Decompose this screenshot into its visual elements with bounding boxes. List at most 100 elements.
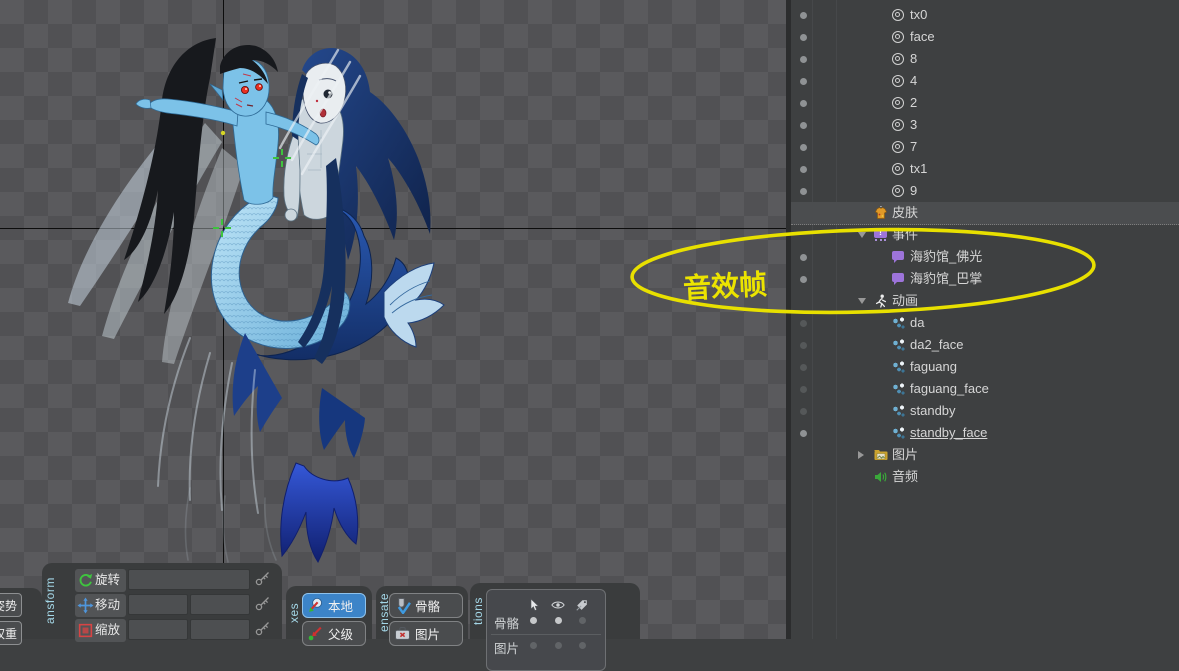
tree-row-animation[interactable]: faguang_face (791, 378, 1179, 400)
visibility-dot[interactable] (800, 254, 807, 261)
bones-select-dot[interactable] (530, 617, 537, 624)
visibility-dot[interactable] (800, 342, 807, 349)
tree-scrollbar[interactable] (1172, 332, 1177, 600)
rotate-label: 旋转 (95, 569, 120, 592)
local-axes-button[interactable]: 本地 (302, 593, 366, 618)
visibility-dot[interactable] (800, 144, 807, 151)
move-x-input[interactable] (128, 594, 188, 615)
visibility-dot[interactable] (800, 78, 807, 85)
slot-icon (892, 53, 904, 65)
tree-row-animation[interactable]: faguang (791, 356, 1179, 378)
scene-tree-panel: tx0 face 8 4 2 3 7 tx1 9 皮肤 (786, 0, 1179, 639)
pose-button[interactable]: 姿势 (0, 593, 22, 617)
visibility-dot[interactable] (800, 276, 807, 283)
options-panel-side-label: tions (471, 583, 485, 639)
slot-icon (892, 141, 904, 153)
tree-row-audio[interactable]: 音频 (791, 466, 1179, 488)
move-tool[interactable]: 移动 (75, 594, 126, 617)
tree-row-animation[interactable]: da (791, 312, 1179, 334)
tree-row-label: 图片 (892, 444, 918, 466)
visibility-dot[interactable] (800, 100, 807, 107)
visibility-dot[interactable] (800, 430, 807, 437)
tree-row-events[interactable]: 事件 (791, 224, 1179, 246)
event-bubble-icon (892, 273, 904, 282)
tree-row-label: 音频 (892, 466, 918, 488)
visibility-dot[interactable] (800, 408, 807, 415)
tree-row-images[interactable]: 图片 (791, 444, 1179, 466)
tree-row-label: standby (910, 400, 956, 422)
rotate-input[interactable] (128, 569, 250, 590)
compensate-bones-label: 骨骼 (415, 594, 440, 617)
move-y-input[interactable] (190, 594, 250, 615)
compensate-bones-button[interactable]: 骨骼 (389, 593, 463, 618)
tree-row-slot[interactable]: 9 (791, 180, 1179, 202)
tree-row-slot[interactable]: tx0 (791, 4, 1179, 26)
tree-row-slot[interactable]: 2 (791, 92, 1179, 114)
tree-row-animation[interactable]: da2_face (791, 334, 1179, 356)
tree-row-event[interactable]: 海豹馆_巴掌 (791, 268, 1179, 290)
visibility-dot[interactable] (800, 34, 807, 41)
compensate-images-button[interactable]: 图片 (389, 621, 463, 646)
visibility-dot[interactable] (800, 320, 807, 327)
parent-axes-button[interactable]: 父级 (302, 621, 366, 646)
images-tag-dot[interactable] (579, 642, 586, 649)
skin-icon (874, 206, 888, 220)
expander-icon[interactable] (858, 232, 866, 238)
slot-icon (892, 97, 904, 109)
tree-row-animations[interactable]: 动画 (791, 290, 1179, 312)
animation-icon (892, 426, 906, 440)
tag-icon (575, 598, 589, 612)
tree-row-skin[interactable]: 皮肤 (791, 202, 1179, 225)
rotate-tool[interactable]: 旋转 (75, 569, 126, 592)
images-visible-dot[interactable] (555, 642, 562, 649)
tree-row-slot[interactable]: 7 (791, 136, 1179, 158)
tree-row-animation-active[interactable]: standby_face (791, 422, 1179, 444)
weight-button[interactable]: 权重 (0, 621, 22, 645)
bone-lock-icon (394, 597, 411, 614)
tree-row-event[interactable]: 海豹馆_佛光 (791, 246, 1179, 268)
slot-icon (892, 31, 904, 43)
tree-row-slot[interactable]: tx1 (791, 158, 1179, 180)
local-axes-label: 本地 (328, 594, 353, 617)
tree-row-label: 事件 (892, 224, 918, 246)
animation-icon (892, 316, 906, 330)
expander-icon[interactable] (858, 451, 864, 459)
images-select-dot[interactable] (530, 642, 537, 649)
tree-row-slot[interactable]: 3 (791, 114, 1179, 136)
transform-panel: ansform 旋转 移动 缩放 (42, 563, 282, 639)
axes-panel-side-label: xes (287, 586, 301, 639)
animations-icon (874, 294, 888, 308)
slot-icon (892, 75, 904, 87)
tree-row-label: faguang_face (910, 378, 989, 400)
tree-row-label: da2_face (910, 334, 964, 356)
eye-icon (551, 598, 565, 612)
tree-row-slot[interactable]: face (791, 26, 1179, 48)
tree-row-label: da (910, 312, 924, 334)
audio-icon (874, 470, 888, 484)
visibility-dot[interactable] (800, 386, 807, 393)
visibility-dot[interactable] (800, 56, 807, 63)
axes-panel: xes 本地 父级 (286, 586, 372, 639)
bones-visible-dot[interactable] (555, 617, 562, 624)
tree-row-label: 海豹馆_巴掌 (910, 268, 982, 290)
scale-x-input[interactable] (128, 619, 188, 640)
keyframe-dot (221, 131, 225, 135)
visibility-dot[interactable] (800, 166, 807, 173)
visibility-dot[interactable] (800, 188, 807, 195)
expander-icon[interactable] (858, 298, 866, 304)
visibility-dot[interactable] (800, 364, 807, 371)
visibility-dot[interactable] (800, 12, 807, 19)
bones-tag-dot[interactable] (579, 617, 586, 624)
options-separator (491, 634, 601, 635)
tree-row-slot[interactable]: 8 (791, 48, 1179, 70)
rotate-icon (77, 572, 94, 589)
scale-y-input[interactable] (190, 619, 250, 640)
rotate-key-icon[interactable] (254, 569, 274, 592)
tree-row-animation[interactable]: standby (791, 400, 1179, 422)
event-bubble-icon (892, 251, 904, 260)
viewport-canvas[interactable] (0, 0, 786, 639)
tree-row-label: 动画 (892, 290, 918, 312)
visibility-dot[interactable] (800, 122, 807, 129)
move-key-icon[interactable] (254, 594, 274, 617)
tree-row-slot[interactable]: 4 (791, 70, 1179, 92)
